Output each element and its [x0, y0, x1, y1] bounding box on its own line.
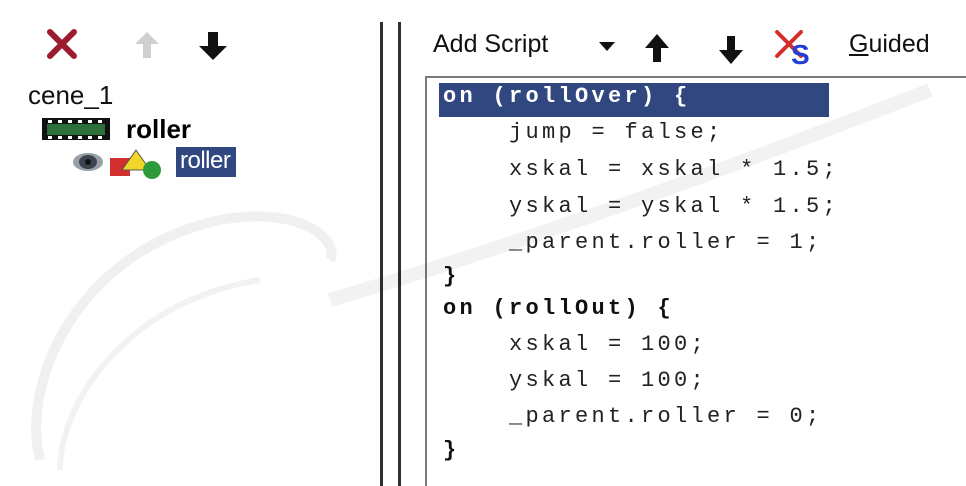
delete-icon[interactable] — [38, 20, 88, 70]
roller-instance-label: roller — [176, 147, 237, 177]
outline-toolbar — [0, 0, 370, 80]
code-line-6: } — [443, 264, 460, 289]
code-line-10: _parent.roller = 0; — [443, 404, 823, 429]
code-line-11: } — [443, 438, 460, 463]
roller-clip-label: roller — [126, 114, 192, 144]
code-line-4: yskal = yskal * 1.5; — [443, 194, 840, 219]
code-line-8: xskal = 100; — [443, 332, 708, 357]
code-line-7: on (rollOut) { — [443, 296, 675, 321]
movieclip-icon — [42, 118, 110, 140]
code-line-1: on (rollOver) { — [443, 84, 691, 109]
move-up-icon[interactable] — [637, 28, 677, 68]
svg-text:S: S — [791, 39, 810, 70]
panel-splitter[interactable] — [372, 0, 410, 486]
shape-symbol-icon — [110, 149, 161, 179]
visibility-eye-icon — [73, 153, 103, 171]
move-down-icon[interactable] — [188, 20, 238, 70]
script-editor[interactable]: on (rollOver) { jump = false; xskal = xs… — [425, 76, 966, 486]
tree-item-scene[interactable]: cene_1 — [28, 80, 113, 111]
code-line-9: yskal = 100; — [443, 368, 708, 393]
code-line-5: _parent.roller = 1; — [443, 230, 823, 255]
add-script-label: Add Script — [433, 30, 549, 58]
guided-mode-toggle[interactable]: Guided — [849, 30, 930, 59]
code-line-2: jump = false; — [443, 120, 724, 145]
dropdown-arrow-icon[interactable] — [593, 34, 623, 60]
move-down-icon[interactable] — [711, 28, 751, 68]
add-script-menu[interactable]: Add Script — [433, 30, 548, 59]
move-up-icon[interactable] — [122, 20, 172, 70]
remove-script-icon[interactable]: S — [771, 28, 823, 70]
code-line-3: xskal = xskal * 1.5; — [443, 157, 840, 182]
scene-label-text: cene_1 — [28, 80, 114, 110]
actions-toolbar: Add Script S Guided — [425, 20, 966, 75]
